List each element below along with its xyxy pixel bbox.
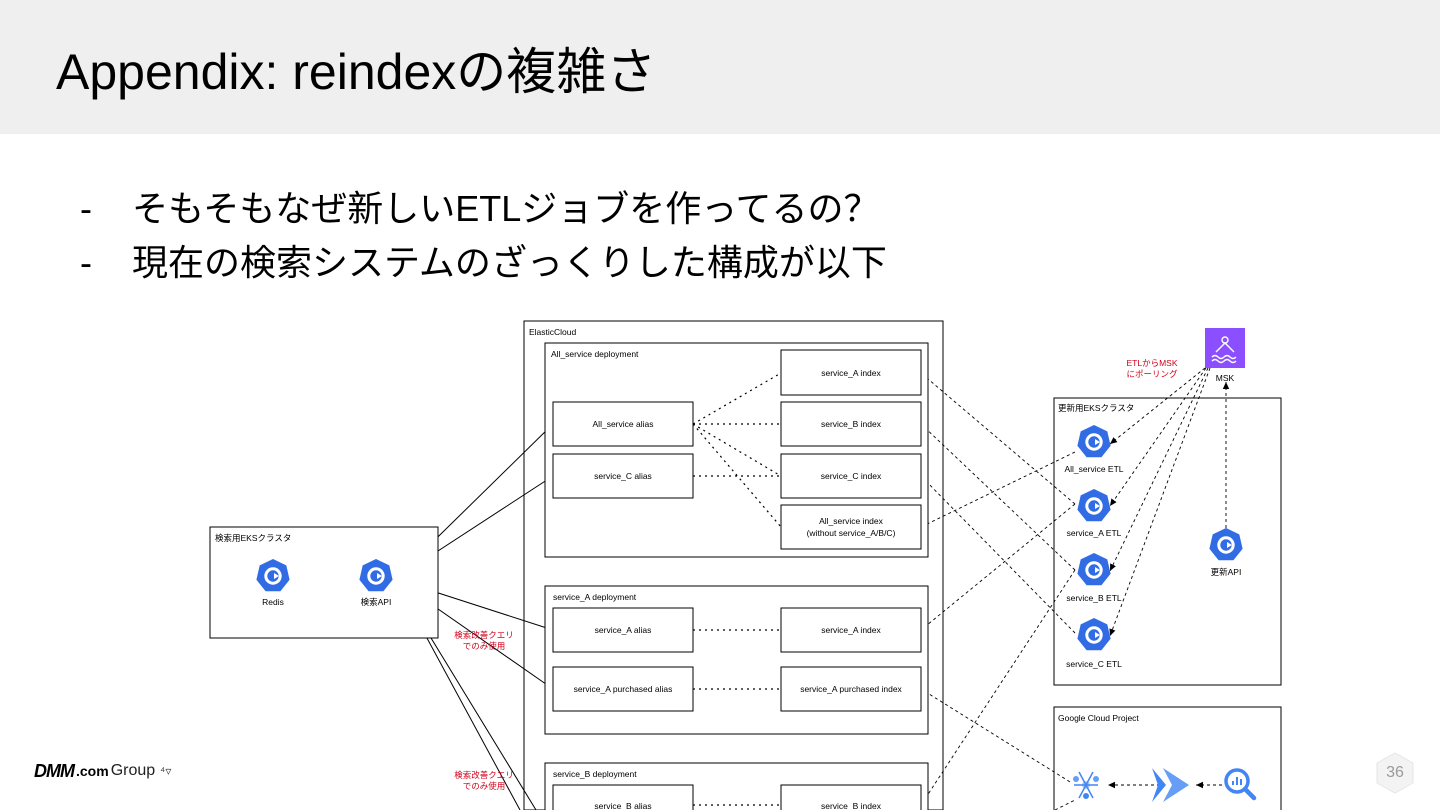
architecture-diagram: 検索用EKSクラスタ Redis 検索API ElasticCloud All_… [209, 320, 1282, 810]
search-cluster-label: 検索用EKSクラスタ [215, 533, 291, 543]
logo-group-text: Group [110, 762, 156, 779]
service-b-index-2: service_B index [821, 801, 882, 810]
etl-connections [920, 367, 1230, 810]
service-a-index-2: service_A index [821, 625, 881, 635]
service-a-etl-icon [1075, 487, 1113, 523]
search-eks-cluster: 検索用EKSクラスタ Redis 検索API [209, 526, 439, 639]
etl-polling-note: ETLからMSK にポーリング [1126, 358, 1178, 379]
svg-text:service_B deployment: service_B deployment [553, 769, 637, 779]
page-number-badge: 36 [1376, 752, 1414, 794]
update-api-icon [1207, 526, 1245, 562]
service-b-alias: service_B alias [594, 801, 651, 810]
logo-com-text: .com [76, 763, 109, 779]
msk: MSK [1205, 328, 1245, 383]
svg-text:All_service deployment: All_service deployment [551, 349, 639, 359]
redis-label: Redis [262, 597, 284, 607]
service-a-deployment: service_A deployment service_A alias ser… [544, 585, 929, 735]
service-a-purchased-index: service_A purchased index [800, 684, 902, 694]
service-c-index: service_C index [821, 471, 882, 481]
service-b-index: service_B index [821, 419, 882, 429]
svg-text:検索改善クエリ: 検索改善クエリ [454, 630, 514, 640]
svg-text:All_service ETL: All_service ETL [1064, 464, 1123, 474]
svg-text:でのみ使用: でのみ使用 [463, 641, 506, 651]
search-api-label: 検索API [361, 597, 392, 607]
svg-text:にポーリング: にポーリング [1126, 369, 1178, 379]
update-cluster-label: 更新用EKSクラスタ [1058, 403, 1134, 413]
update-eks-cluster: 更新用EKSクラスタ All_service ETL service_A ETL… [1053, 397, 1282, 686]
logo-mark-icon: ⁴▿ [160, 764, 172, 778]
query-improve-note-2: 検索改善クエリ でのみ使用 [454, 770, 514, 791]
svg-text:でのみ使用: でのみ使用 [463, 781, 506, 791]
pubsub-icon [1072, 771, 1100, 799]
query-improve-note: 検索改善クエリ でのみ使用 [454, 630, 514, 651]
all-service-etl-icon [1075, 423, 1113, 459]
service-b-etl-icon [1075, 551, 1113, 587]
svg-text:service_A deployment: service_A deployment [553, 592, 637, 602]
svg-text:service_B ETL: service_B ETL [1066, 593, 1122, 603]
svg-text:ETLからMSK: ETLからMSK [1126, 358, 1177, 368]
logo-dmm-text: DMM [34, 760, 75, 781]
service-a-index: service_A index [821, 368, 881, 378]
all-service-alias: All_service alias [593, 419, 654, 429]
msk-icon [1205, 328, 1245, 368]
service-c-etl-icon [1075, 616, 1113, 652]
update-api-label: 更新API [1211, 567, 1242, 577]
gcp-label: Google Cloud Project [1058, 713, 1139, 723]
all-service-deployment: All_service deployment All_service alias… [544, 342, 929, 558]
dmm-group-logo: DMM .com Group ⁴▿ [34, 758, 171, 784]
elastic-cloud: ElasticCloud All_service deployment All_… [523, 320, 944, 810]
service-c-alias: service_C alias [594, 471, 652, 481]
google-cloud-project: Google Cloud Project [1053, 706, 1282, 810]
service-a-purchased-alias: service_A purchased alias [574, 684, 673, 694]
msk-label: MSK [1216, 373, 1235, 383]
all-service-index: All_service index [819, 516, 884, 526]
elastic-cloud-label: ElasticCloud [529, 327, 577, 337]
service-a-alias: service_A alias [595, 625, 652, 635]
page-number: 36 [1386, 764, 1404, 781]
svg-text:検索改善クエリ: 検索改善クエリ [454, 770, 514, 780]
bigquery-icon [1224, 768, 1257, 801]
svg-text:service_C ETL: service_C ETL [1066, 659, 1122, 669]
svg-text:service_A ETL: service_A ETL [1067, 528, 1122, 538]
service-b-deployment: service_B deployment service_B alias ser… [544, 762, 929, 810]
all-service-index-note: (without service_A/B/C) [807, 528, 896, 538]
